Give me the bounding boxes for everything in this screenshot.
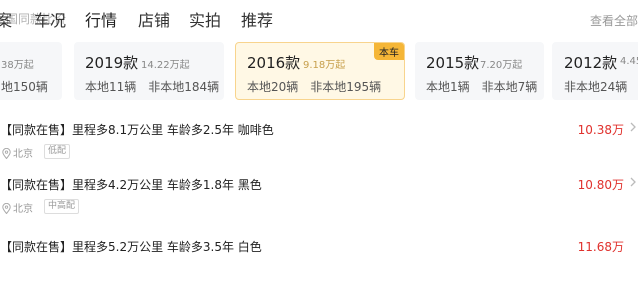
model-year-card[interactable]: 2015款 7.20万起 本地1辆 非本地7辆 <box>415 42 544 100</box>
model-year-card-current[interactable]: 2016款 9.18万起 本地20辆 非本地195辆 本车 <box>235 42 405 100</box>
tab-archive[interactable]: 案 <box>0 7 12 31</box>
listing-location: 北京 <box>2 145 33 160</box>
card-counts: 非本地24辆 <box>564 80 628 94</box>
card-year: 2019款 <box>85 54 139 72</box>
card-year: 2016款 <box>247 54 301 72</box>
listing-price: 11.68万 <box>577 240 624 254</box>
location-pin-icon <box>2 203 11 214</box>
listing-row[interactable]: 【同款在售】里程多5.2万公里 车龄多3.5年 白色 11.68万 <box>0 229 638 281</box>
tab-photos[interactable]: 实拍 <box>189 7 221 31</box>
model-year-card[interactable]: 38万起 地150辆 <box>0 42 62 100</box>
listing-row[interactable]: 【同款在售】里程多8.1万公里 车龄多2.5年 咖啡色 10.38万 北京 低配 <box>0 112 638 164</box>
model-year-card[interactable]: 2019款 14.22万起 本地11辆 非本地184辆 <box>74 42 224 100</box>
listing-city: 北京 <box>13 149 33 160</box>
listing-row[interactable]: 【同款在售】里程多4.2万公里 车龄多1.8年 黑色 10.80万 北京 中高配 <box>0 167 638 219</box>
listing-title: 【同款在售】里程多8.1万公里 车龄多2.5年 咖啡色 <box>0 123 274 137</box>
chevron-right-icon <box>630 122 636 132</box>
card-year: 2015款 <box>426 54 480 72</box>
card-price: 38万起 <box>1 60 34 71</box>
card-counts: 本地20辆 非本地195辆 <box>247 80 382 94</box>
location-pin-icon <box>2 148 11 159</box>
view-all-link[interactable]: 查看全部 <box>590 12 638 29</box>
listing-price: 10.80万 <box>577 178 624 192</box>
card-price: 4.45 <box>620 56 638 67</box>
listing-title: 【同款在售】里程多4.2万公里 车龄多1.8年 黑色 <box>0 178 262 192</box>
tab-recommend[interactable]: 推荐 <box>241 7 273 31</box>
tab-market[interactable]: 行情 <box>85 7 117 31</box>
tab-condition[interactable]: 车况 <box>34 7 66 31</box>
listing-location: 北京 <box>2 200 33 215</box>
card-price: 9.18万起 <box>303 60 346 71</box>
listing-city: 北京 <box>13 204 33 215</box>
listing-price: 10.38万 <box>577 123 624 137</box>
card-price: 14.22万起 <box>141 60 190 71</box>
trim-tag: 中高配 <box>44 199 80 214</box>
current-car-badge: 本车 <box>374 43 404 60</box>
model-year-card[interactable]: 2012款 4.45 非本地24辆 <box>552 42 638 100</box>
card-counts: 本地11辆 非本地184辆 <box>85 80 220 94</box>
card-year: 2012款 <box>564 54 618 72</box>
chevron-right-icon <box>630 177 636 187</box>
card-price: 7.20万起 <box>480 60 523 71</box>
model-year-cards: 38万起 地150辆 2019款 14.22万起 本地11辆 非本地184辆 2… <box>0 42 638 102</box>
tab-store[interactable]: 店铺 <box>138 7 170 31</box>
trim-tag: 低配 <box>44 144 71 159</box>
card-counts: 地150辆 <box>1 80 48 94</box>
tab-bar: 国同款比价 案 车况 行情 店铺 实拍 推荐 查看全部 <box>0 0 638 36</box>
card-counts: 本地1辆 非本地7辆 <box>426 80 538 94</box>
listing-title: 【同款在售】里程多5.2万公里 车龄多3.5年 白色 <box>0 240 262 254</box>
